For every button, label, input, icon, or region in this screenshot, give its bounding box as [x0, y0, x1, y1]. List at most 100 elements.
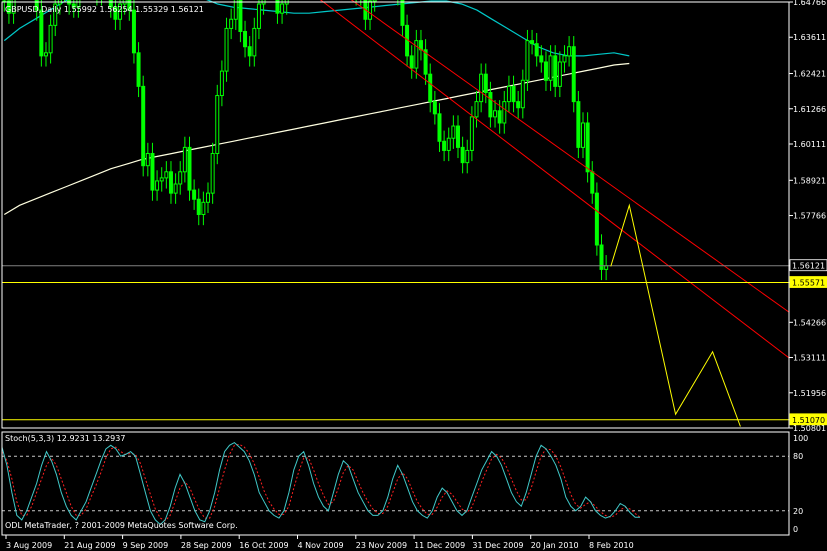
y-tick-label: 1.64766	[793, 0, 826, 7]
candle-body	[229, 18, 234, 29]
candle-body	[465, 149, 470, 164]
candle-body	[488, 91, 493, 118]
candle-body	[178, 171, 183, 185]
y-tick-label: 1.58921	[793, 176, 826, 185]
candle-body	[511, 85, 516, 103]
y-tick-label: 1.54266	[793, 318, 826, 327]
candle-body	[460, 146, 465, 164]
candle-body	[604, 265, 609, 270]
candle-body	[155, 180, 160, 191]
candle-body	[553, 55, 558, 87]
stoch-y-tick-label: 0	[793, 525, 798, 534]
x-tick-label: 21 Aug 2009	[64, 541, 115, 550]
candle-body	[150, 152, 155, 191]
candle-body	[210, 152, 215, 194]
candle-body	[173, 183, 178, 194]
y-tick-label: 1.60111	[793, 140, 826, 149]
candle-body	[131, 9, 136, 54]
candle-body	[469, 116, 474, 151]
candle-body	[576, 101, 581, 148]
y-tick-label: 1.53111	[793, 354, 826, 363]
candle-body	[451, 125, 456, 139]
candle-body	[243, 30, 248, 48]
candle-body	[206, 192, 211, 203]
candle-body	[516, 101, 521, 109]
candle-body	[252, 27, 257, 57]
candle-body	[247, 46, 252, 57]
candle-body	[543, 61, 548, 81]
candle-body	[479, 73, 484, 103]
candle-body	[432, 101, 437, 115]
candle-body	[534, 43, 539, 57]
candle-body	[39, 9, 44, 57]
stoch-y-tick-label: 80	[793, 452, 803, 461]
candle-body	[182, 146, 187, 173]
candle-body	[414, 40, 419, 69]
candle-body	[520, 79, 525, 109]
candle-body	[548, 55, 553, 81]
candle-body	[141, 85, 146, 167]
y-tick-label: 1.51956	[793, 389, 826, 398]
candle-body	[557, 61, 562, 87]
stoch-y-tick-label: 20	[793, 507, 803, 516]
candle-body	[530, 40, 535, 45]
candle-body	[196, 198, 201, 215]
candle-body	[372, 0, 377, 2]
x-tick-label: 4 Nov 2009	[298, 541, 344, 550]
candle-body	[201, 201, 206, 215]
stoch-label: Stoch(5,3,3) 12.9231 13.2937	[5, 434, 125, 443]
candle-body	[502, 101, 507, 124]
candle-body	[437, 113, 442, 142]
candle-body	[168, 171, 173, 194]
candle-body	[164, 171, 169, 179]
candle-body	[238, 0, 243, 32]
x-tick-label: 20 Jan 2010	[531, 541, 579, 550]
candle-body	[159, 177, 164, 182]
candle-body	[48, 24, 53, 54]
candle-body	[256, 3, 261, 29]
x-tick-label: 16 Oct 2009	[239, 541, 288, 550]
candle-body	[136, 52, 141, 87]
y-tick-label: 1.50801	[793, 424, 826, 433]
candle-body	[567, 46, 572, 57]
candle-body	[474, 101, 479, 118]
candle-body	[585, 122, 590, 173]
price-label-text: 1.56121	[792, 262, 825, 271]
candle-body	[571, 46, 576, 103]
candle-body	[483, 73, 488, 93]
candle-body	[215, 95, 220, 154]
candle-body	[224, 27, 229, 72]
candle-body	[409, 55, 414, 69]
x-tick-label: 3 Aug 2009	[6, 541, 52, 550]
candle-body	[493, 110, 498, 118]
candle-body	[594, 192, 599, 246]
candle-body	[497, 110, 502, 124]
candle-body	[455, 125, 460, 148]
y-tick-label: 1.61266	[793, 105, 826, 114]
y-tick-label: 1.63611	[793, 33, 826, 42]
candle-body	[562, 55, 567, 63]
copyright-text: ODL MetaTrader, ? 2001-2009 MetaQuotes S…	[5, 521, 238, 530]
x-tick-label: 9 Sep 2009	[123, 541, 169, 550]
candle-body	[446, 137, 451, 151]
candle-body	[428, 73, 433, 103]
x-tick-label: 8 Feb 2010	[589, 541, 634, 550]
candle-body	[506, 85, 511, 103]
candle-body	[525, 40, 530, 81]
candle-body	[539, 55, 544, 63]
candle-body	[590, 171, 595, 194]
candle-body	[43, 52, 48, 57]
chart-background	[0, 0, 827, 551]
candle-body	[145, 152, 150, 167]
price-label-text: 1.51070	[792, 416, 825, 425]
y-tick-label: 1.62421	[793, 70, 826, 79]
x-tick-label: 28 Sep 2009	[181, 541, 232, 550]
x-tick-label: 11 Dec 2009	[414, 541, 465, 550]
y-tick-label: 1.57766	[793, 212, 826, 221]
price-chart: 1.64766 1.63611 1.62421 1.61266 1.60111 1.589…	[0, 0, 827, 551]
candle-body	[400, 0, 405, 26]
candle-body	[442, 140, 447, 151]
chart-title: GBPUSD,Daily 1.55992 1.56254 1.55329 1.5…	[5, 5, 204, 14]
candle-body	[219, 70, 224, 97]
candle-body	[368, 0, 373, 20]
